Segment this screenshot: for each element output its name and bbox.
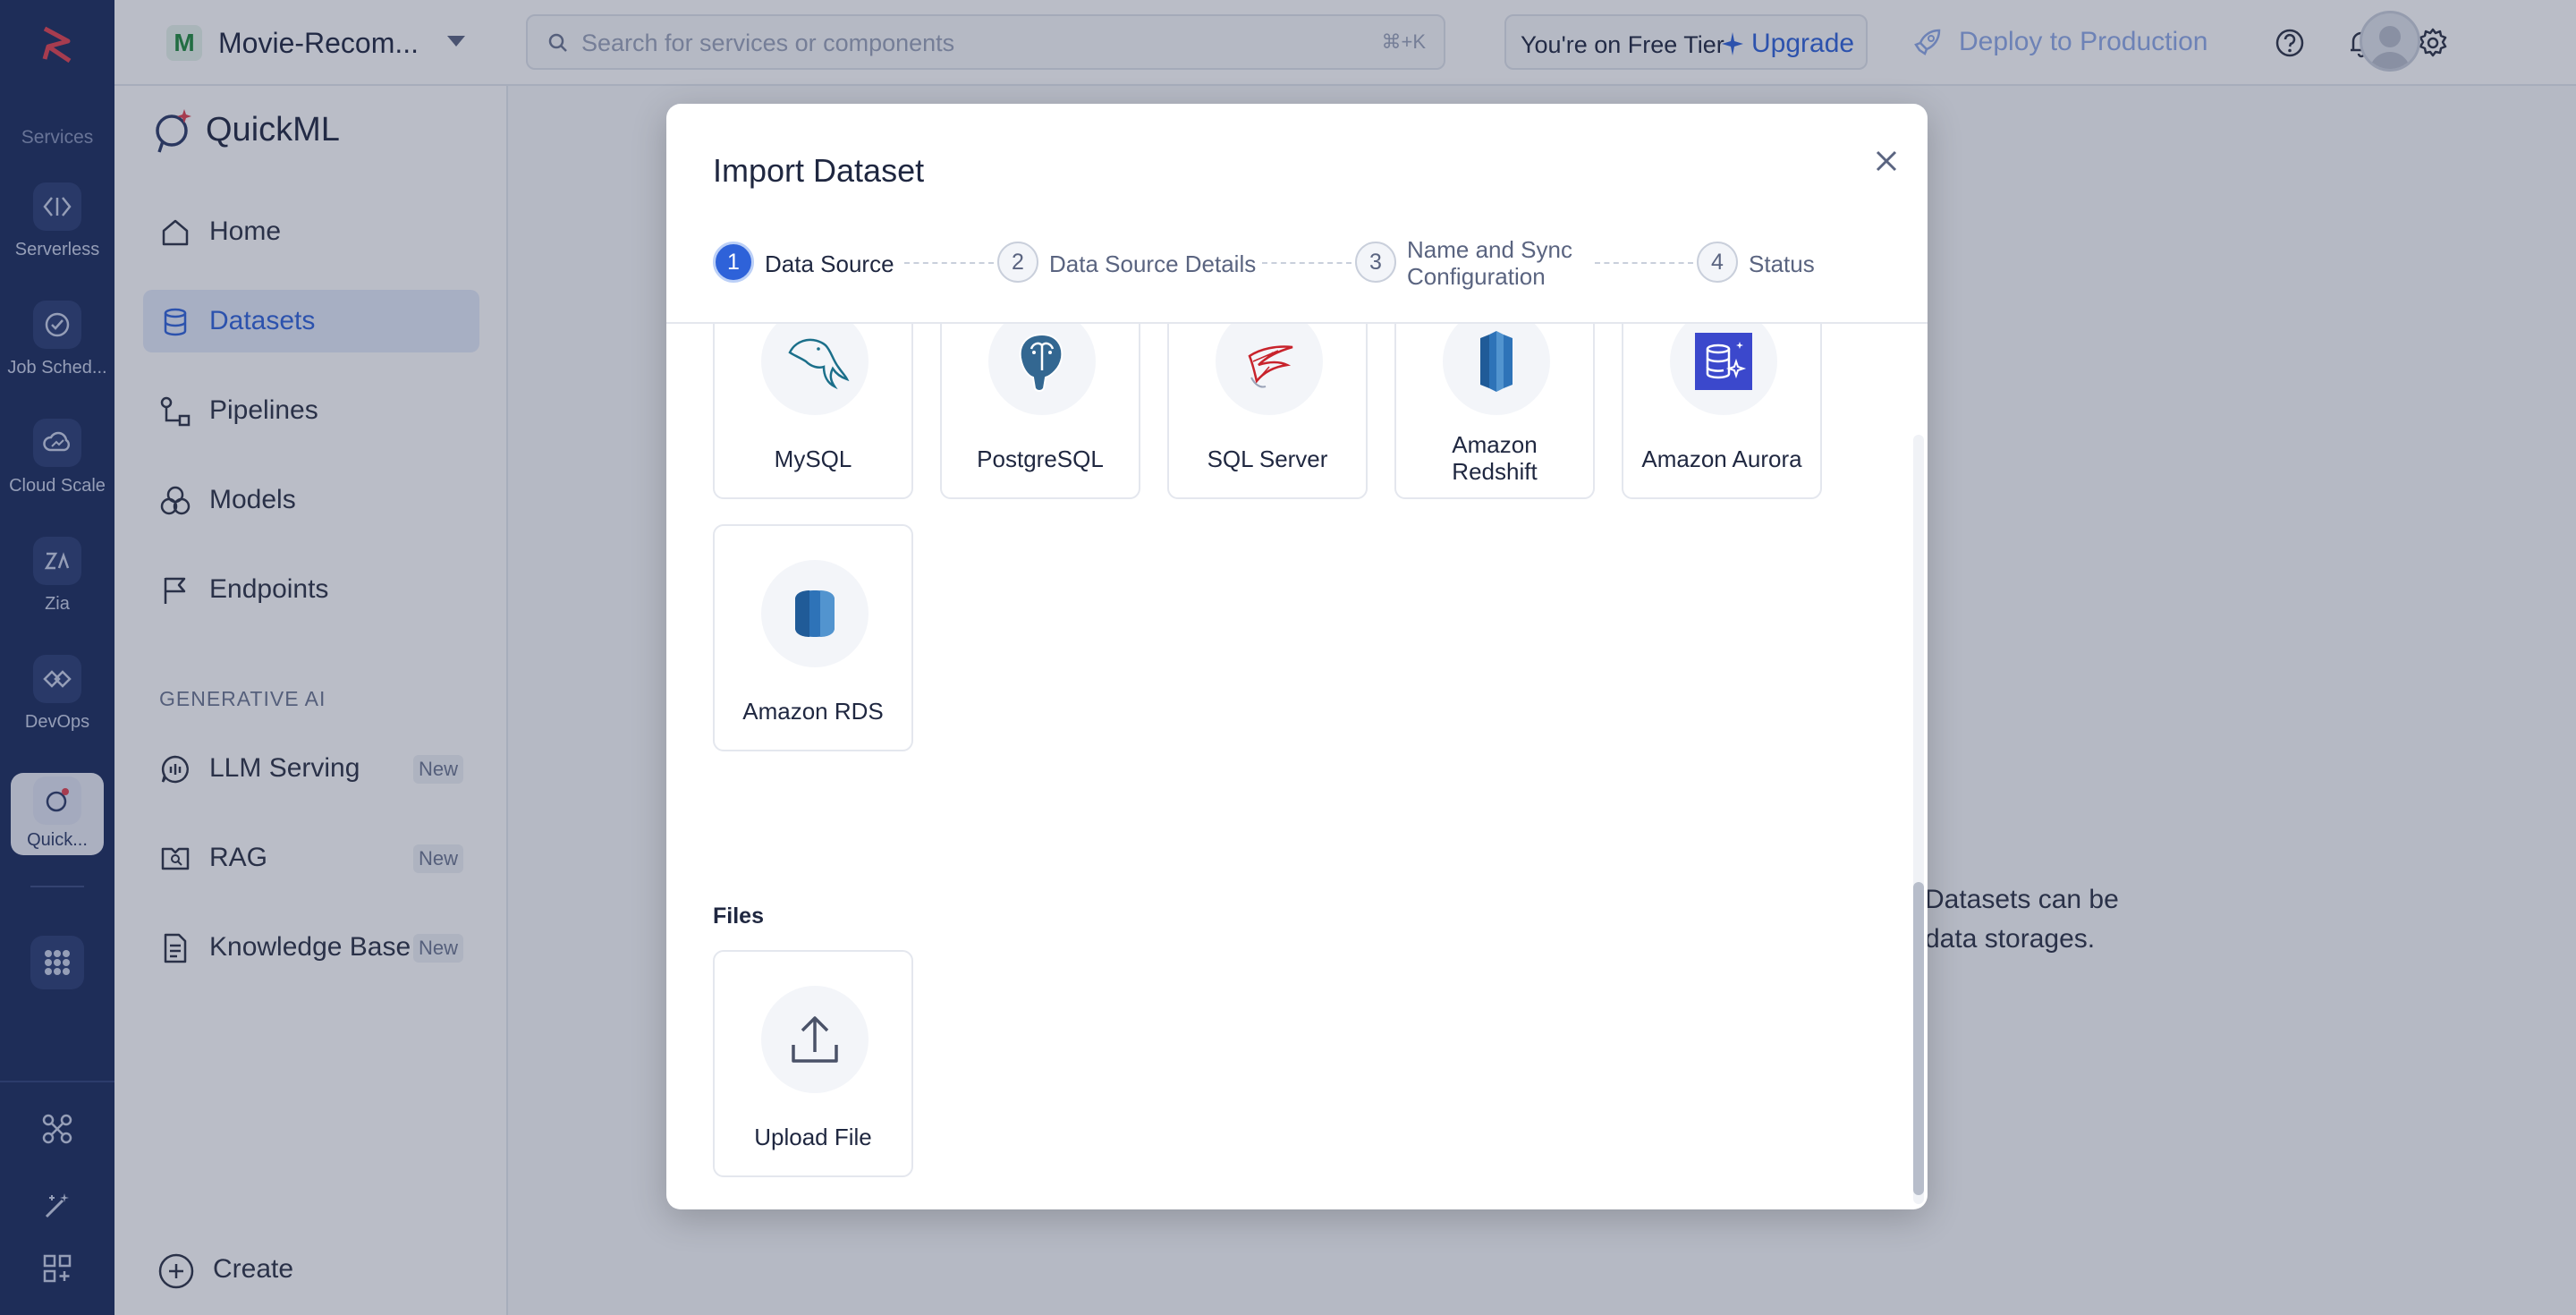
step-connector <box>904 262 994 264</box>
files-section-label: Files <box>713 904 764 929</box>
source-name: Amazon RDS <box>742 698 884 725</box>
postgresql-elephant-icon <box>988 324 1096 415</box>
step-number: 4 <box>1697 242 1738 283</box>
source-name: SQL Server <box>1207 445 1328 472</box>
step-number: 3 <box>1355 242 1396 283</box>
app-root: Services Serverless Job Sched... Cloud S… <box>0 0 2576 1315</box>
mysql-icon <box>761 324 869 415</box>
step-label: Name and Sync Configuration <box>1407 236 1572 290</box>
step-label: Data Source Details <box>1049 250 1257 277</box>
source-name: Amazon Aurora <box>1641 445 1802 472</box>
source-card-mysql[interactable]: MySQL <box>713 324 913 499</box>
sql-server-icon <box>1216 324 1323 415</box>
source-name: Upload File <box>754 1124 872 1150</box>
source-card-postgresql[interactable]: PostgreSQL <box>940 324 1140 499</box>
source-card-amazon-redshift[interactable]: Amazon Redshift <box>1394 324 1595 499</box>
close-icon <box>1876 150 1897 172</box>
source-card-sql-server[interactable]: SQL Server <box>1167 324 1368 499</box>
step-number: 2 <box>997 242 1038 283</box>
stepper: 1 Data Source 2 Data Source Details 3 Na… <box>713 229 1876 301</box>
step-connector <box>1262 262 1352 264</box>
amazon-aurora-icon <box>1670 324 1777 415</box>
data-source-list: MySQL PostgreSQL SQL Server Amazon Redsh… <box>666 324 1910 1209</box>
dialog-title: Import Dataset <box>713 152 925 189</box>
amazon-rds-icon <box>761 560 869 667</box>
step-label: Data Source <box>765 250 894 277</box>
step-connector <box>1595 262 1693 264</box>
source-card-amazon-rds[interactable]: Amazon RDS <box>713 524 913 751</box>
close-button[interactable] <box>1870 145 1902 177</box>
step-number: 1 <box>713 242 754 283</box>
scrollbar-thumb[interactable] <box>1913 882 1924 1195</box>
upload-icon <box>761 986 869 1093</box>
source-card-upload-file[interactable]: Upload File <box>713 950 913 1177</box>
source-name: PostgreSQL <box>977 445 1104 472</box>
source-card-amazon-aurora[interactable]: Amazon Aurora <box>1622 324 1822 499</box>
source-name: MySQL <box>774 445 852 472</box>
amazon-redshift-icon <box>1443 324 1550 415</box>
step-label: Status <box>1749 250 1815 277</box>
import-dataset-dialog: Import Dataset 1 Data Source 2 Data Sour… <box>666 104 1928 1209</box>
source-name: Amazon Redshift <box>1452 431 1538 485</box>
dialog-scrollbar[interactable] <box>1910 324 1928 1209</box>
